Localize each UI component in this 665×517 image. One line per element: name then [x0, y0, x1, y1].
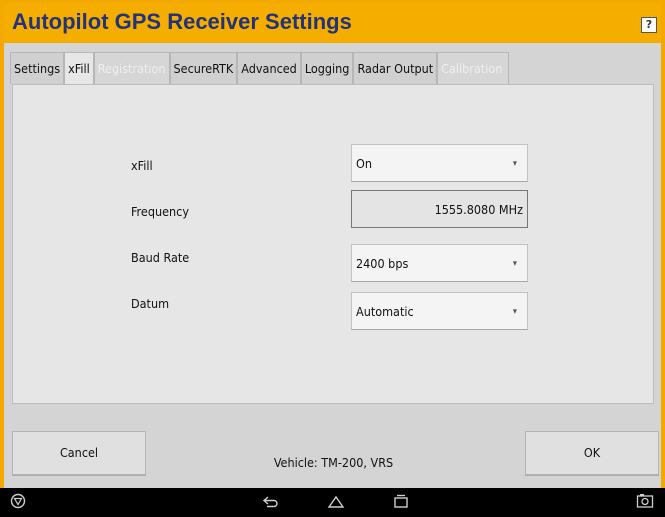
action-bar: Cancel Vehicle: TM-200, VRS OK: [12, 431, 659, 489]
xfill-dropdown[interactable]: On ▾: [351, 144, 528, 182]
xfill-label: xFill: [131, 158, 153, 173]
tab-xfill[interactable]: xFill: [64, 52, 94, 85]
title-bar: Autopilot GPS Receiver Settings ?: [4, 3, 661, 43]
frequency-label: Frequency: [131, 204, 189, 219]
tab-calibration: Calibration: [437, 52, 510, 84]
xfill-value: On: [356, 156, 372, 171]
help-button[interactable]: ?: [641, 17, 657, 33]
home-icon[interactable]: [327, 493, 345, 513]
chevron-down-icon: ▾: [512, 307, 517, 317]
frequency-value: 1555.8080 MHz: [434, 202, 523, 217]
tab-radar-output[interactable]: Radar Output: [353, 52, 438, 84]
android-nav-bar: [0, 488, 665, 517]
frequency-field: 1555.8080 MHz: [351, 190, 528, 228]
screenshot-icon[interactable]: [636, 493, 654, 513]
xfill-settings-panel: xFill On ▾ Frequency 1555.8080 MHz Baud …: [12, 84, 654, 404]
back-icon[interactable]: [262, 493, 280, 513]
tab-securertk[interactable]: SecureRTK: [169, 52, 238, 84]
brand-icon[interactable]: [10, 493, 26, 513]
window-frame: Autopilot GPS Receiver Settings ? Settin…: [0, 0, 665, 517]
datum-value: Automatic: [356, 304, 414, 319]
baud-rate-label: Baud Rate: [131, 250, 190, 265]
tab-bar: Settings xFill Registration SecureRTK Ad…: [10, 52, 510, 85]
tab-settings[interactable]: Settings: [10, 52, 65, 84]
baud-rate-dropdown[interactable]: 2400 bps ▾: [351, 244, 528, 282]
chevron-down-icon: ▾: [512, 159, 517, 169]
datum-dropdown[interactable]: Automatic ▾: [351, 292, 528, 330]
window-title: Autopilot GPS Receiver Settings: [12, 9, 352, 34]
tab-logging[interactable]: Logging: [300, 52, 354, 84]
datum-label: Datum: [131, 296, 170, 311]
tab-registration: Registration: [93, 52, 170, 84]
baud-rate-value: 2400 bps: [356, 256, 409, 271]
recent-apps-icon[interactable]: [392, 493, 410, 513]
content-area: Settings xFill Registration SecureRTK Ad…: [4, 43, 661, 513]
tab-advanced[interactable]: Advanced: [237, 52, 301, 84]
chevron-down-icon: ▾: [512, 259, 517, 269]
ok-button[interactable]: OK: [525, 431, 659, 475]
